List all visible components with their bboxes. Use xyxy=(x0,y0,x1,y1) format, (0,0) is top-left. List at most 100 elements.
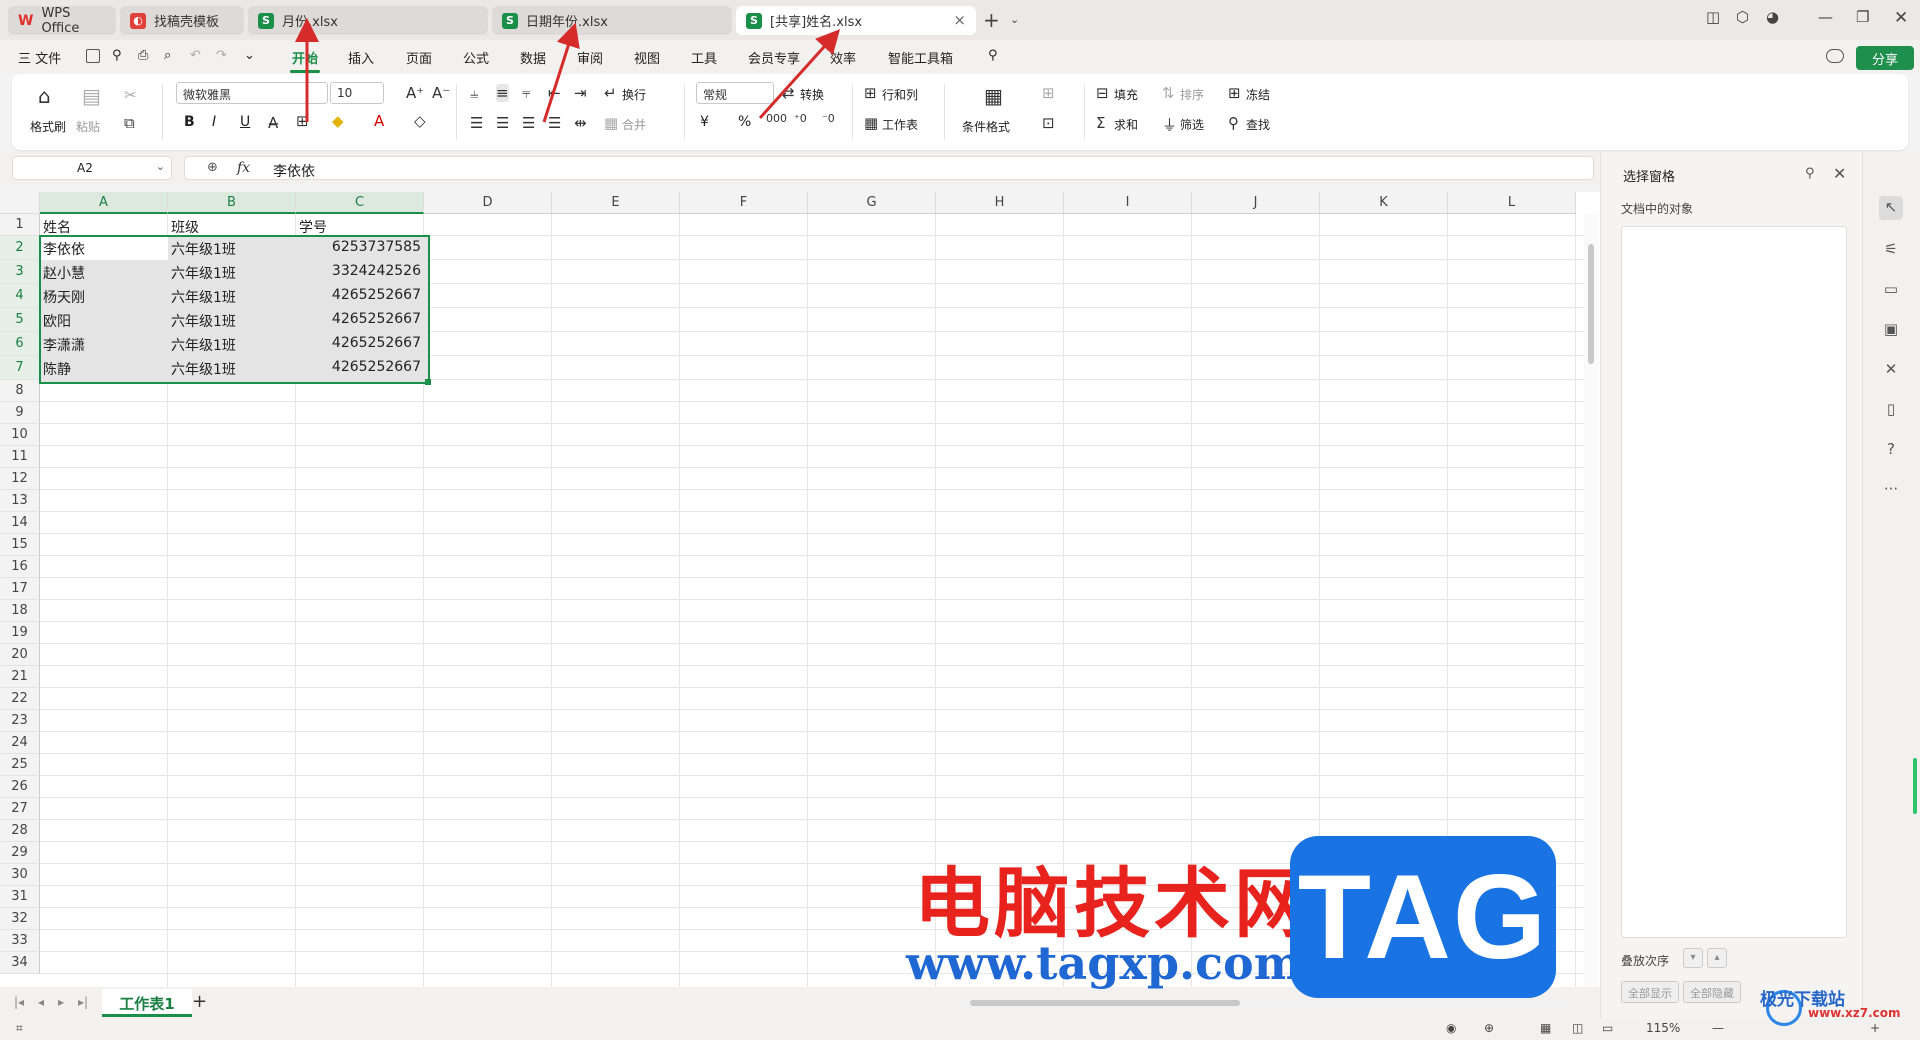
cloud-sync-icon[interactable] xyxy=(1826,49,1844,63)
search-icon[interactable]: ⚲ xyxy=(988,48,998,63)
row-header-14[interactable]: 14 xyxy=(0,512,40,534)
tab-insert[interactable]: 插入 xyxy=(348,48,374,67)
row-header-32[interactable]: 32 xyxy=(0,908,40,930)
paste-icon[interactable]: ▤ xyxy=(82,84,101,108)
close-icon[interactable]: ✕ xyxy=(1833,164,1846,183)
chevron-down-icon[interactable]: ⌄ xyxy=(1010,13,1019,26)
row-header-2[interactable]: 2 xyxy=(0,236,40,260)
column-header-f[interactable]: F xyxy=(680,192,808,214)
restore-icon[interactable]: ❐ xyxy=(1856,8,1869,26)
align-center-icon[interactable]: ☰ xyxy=(496,114,509,132)
save-icon[interactable] xyxy=(86,49,100,63)
tab-template[interactable]: ◐ 找稿壳模板 xyxy=(120,6,244,35)
row-header-3[interactable]: 3 xyxy=(0,260,40,284)
find-button[interactable]: 查找 xyxy=(1246,116,1270,133)
zoom-icon[interactable]: ⊕ xyxy=(207,160,218,175)
decimal-decrease-icon[interactable]: ⁻0 xyxy=(822,112,835,125)
chevron-down-icon[interactable]: ⌄ xyxy=(244,48,255,63)
show-all-button[interactable]: 全部显示 xyxy=(1621,981,1679,1003)
help-icon[interactable]: ? xyxy=(1879,438,1903,462)
select-all-corner[interactable] xyxy=(0,192,40,214)
format-painter-button[interactable]: 格式刷 xyxy=(30,118,66,135)
conditional-format-button[interactable]: 条件格式 xyxy=(962,118,1010,135)
row-header-8[interactable]: 8 xyxy=(0,380,40,402)
row-header-30[interactable]: 30 xyxy=(0,864,40,886)
comment-icon[interactable]: ▭ xyxy=(1879,278,1903,302)
row-header-10[interactable]: 10 xyxy=(0,424,40,446)
sheet-tab-1[interactable]: 工作表1 xyxy=(102,989,192,1017)
pin-icon[interactable]: ⚲ xyxy=(1805,166,1815,181)
conditional-format-icon[interactable]: ▦ xyxy=(984,84,1003,108)
column-header-l[interactable]: L xyxy=(1448,192,1576,214)
vertical-scrollbar[interactable] xyxy=(1584,214,1598,987)
tab-home[interactable]: 开始 xyxy=(292,48,318,67)
border-icon[interactable]: ⊞ xyxy=(296,112,309,130)
tab-member[interactable]: 会员专享 xyxy=(748,48,800,67)
tab-formula[interactable]: 公式 xyxy=(463,48,489,67)
object-list[interactable] xyxy=(1621,226,1847,938)
rows-cols-button[interactable]: 行和列 xyxy=(882,86,918,103)
window-close-icon[interactable]: ✕ xyxy=(1894,8,1908,28)
add-sheet-button[interactable]: + xyxy=(192,991,207,1012)
minimize-icon[interactable]: — xyxy=(1818,8,1833,26)
tab-efficiency[interactable]: 效率 xyxy=(830,48,856,67)
new-tab-icon[interactable]: + xyxy=(983,8,1000,32)
book-icon[interactable]: ▯ xyxy=(1879,398,1903,422)
convert-button[interactable]: 转换 xyxy=(800,86,824,103)
tools-icon[interactable]: ✕ xyxy=(1879,358,1903,382)
row-header-31[interactable]: 31 xyxy=(0,886,40,908)
row-header-19[interactable]: 19 xyxy=(0,622,40,644)
page-layout-icon[interactable]: ▭ xyxy=(1602,1021,1613,1035)
first-sheet-icon[interactable]: |◂ xyxy=(14,995,24,1009)
sort-button[interactable]: 排序 xyxy=(1180,86,1204,103)
redo-icon[interactable]: ↷ xyxy=(216,48,227,63)
row-header-12[interactable]: 12 xyxy=(0,468,40,490)
scroll-thumb[interactable] xyxy=(970,1000,1240,1006)
cut-icon[interactable]: ✂ xyxy=(124,86,137,104)
font-size-select[interactable]: 10 xyxy=(330,82,384,104)
prev-sheet-icon[interactable]: ◂ xyxy=(38,995,44,1009)
target-icon[interactable]: ⊕ xyxy=(1484,1021,1494,1035)
tab-view[interactable]: 视图 xyxy=(634,48,660,67)
column-header-d[interactable]: D xyxy=(424,192,552,214)
next-sheet-icon[interactable]: ▸ xyxy=(58,995,64,1009)
merge-button[interactable]: 合并 xyxy=(622,116,646,133)
row-header-16[interactable]: 16 xyxy=(0,556,40,578)
print-icon[interactable]: ⎙ xyxy=(138,48,148,63)
row-header-25[interactable]: 25 xyxy=(0,754,40,776)
row-header-17[interactable]: 17 xyxy=(0,578,40,600)
row-header-27[interactable]: 27 xyxy=(0,798,40,820)
horizontal-scrollbar[interactable] xyxy=(960,999,1570,1007)
align-right-icon[interactable]: ☰ xyxy=(522,114,535,132)
percent-button[interactable]: % xyxy=(738,114,751,130)
undo-icon[interactable]: ↶ xyxy=(190,48,201,63)
header-cell[interactable]: 班级 xyxy=(168,217,296,237)
fill-handle[interactable] xyxy=(425,379,431,385)
italic-button[interactable]: I xyxy=(212,114,216,130)
link-icon[interactable]: ⚲ xyxy=(112,48,122,63)
bold-button[interactable]: B xyxy=(184,114,195,130)
more-icon[interactable]: ··· xyxy=(1879,478,1903,502)
merge-icon[interactable]: ▦ xyxy=(604,114,618,132)
formula-input[interactable]: ⊕ fx 李依依 xyxy=(184,156,1594,180)
find-icon[interactable]: ⚲ xyxy=(1228,114,1239,132)
order-up-icon[interactable]: ▴ xyxy=(1707,948,1727,968)
clear-format-icon[interactable]: ◇ xyxy=(414,112,426,130)
row-header-13[interactable]: 13 xyxy=(0,490,40,512)
avatar[interactable]: ◕ xyxy=(1766,8,1779,26)
tab-smart-toolbox[interactable]: 智能工具箱 xyxy=(888,48,953,67)
align-left-icon[interactable]: ☰ xyxy=(470,114,483,132)
close-icon[interactable]: × xyxy=(953,11,966,29)
fill-icon[interactable]: ⊟ xyxy=(1096,84,1109,102)
increase-font-icon[interactable]: A⁺ xyxy=(406,84,424,102)
copy-icon[interactable]: ⧉ xyxy=(124,114,135,132)
scroll-thumb[interactable] xyxy=(1588,244,1594,364)
layout-icon[interactable]: ◫ xyxy=(1706,8,1720,26)
macro-icon[interactable]: ⌗ xyxy=(16,1021,23,1036)
cell-style-icon[interactable]: ⊞ xyxy=(1042,84,1055,102)
zoom-in-icon[interactable]: + xyxy=(1870,1021,1880,1035)
decrease-font-icon[interactable]: A⁻ xyxy=(432,84,450,102)
tab-data[interactable]: 数据 xyxy=(520,48,546,67)
font-name-select[interactable]: 微软雅黑 xyxy=(176,82,328,104)
sum-icon[interactable]: Σ xyxy=(1096,114,1105,132)
